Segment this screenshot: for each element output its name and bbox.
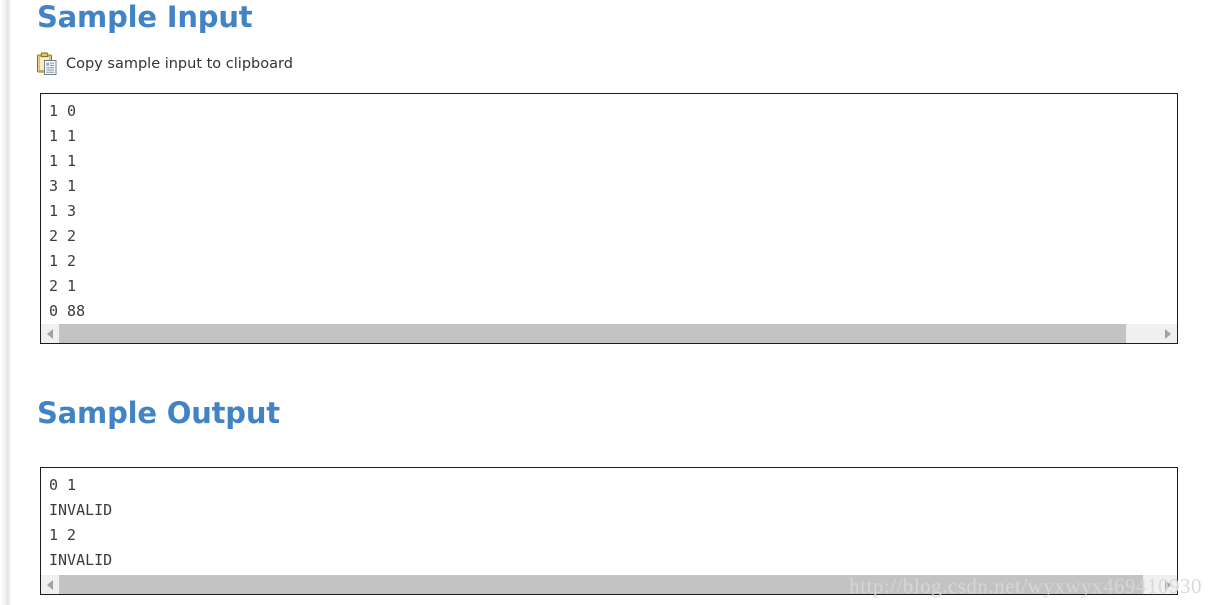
sample-input-text: 1 0 1 1 1 1 3 1 1 3 2 2 1 2 2 1 0 88 [49,102,86,320]
clipboard-icon [36,52,58,76]
sample-input-horizontal-scrollbar[interactable] [41,324,1177,343]
sample-output-horizontal-scrollbar[interactable] [41,575,1177,594]
sample-input-heading: Sample Input [37,0,253,34]
scroll-track[interactable] [59,324,1159,343]
sample-input-box: 1 0 1 1 1 1 3 1 1 3 2 2 1 2 2 1 0 88 [40,93,1178,344]
copy-sample-input-link[interactable]: Copy sample input to clipboard [36,52,293,76]
problem-samples-content: Sample Input Copy sample input to clipbo… [0,0,1208,605]
scroll-thumb[interactable] [59,324,1126,343]
scroll-right-arrow-icon[interactable] [1159,324,1177,343]
sample-output-box: 0 1 INVALID 1 2 INVALID [40,467,1178,595]
copy-sample-input-label: Copy sample input to clipboard [66,56,293,72]
scroll-left-arrow-icon[interactable] [41,575,59,594]
scroll-track[interactable] [59,575,1159,594]
scroll-thumb[interactable] [59,575,1143,594]
scroll-left-arrow-icon[interactable] [41,324,59,343]
scroll-right-arrow-icon[interactable] [1159,575,1177,594]
sample-output-text: 0 1 INVALID 1 2 INVALID [49,476,113,569]
sample-output-heading: Sample Output [37,396,280,430]
